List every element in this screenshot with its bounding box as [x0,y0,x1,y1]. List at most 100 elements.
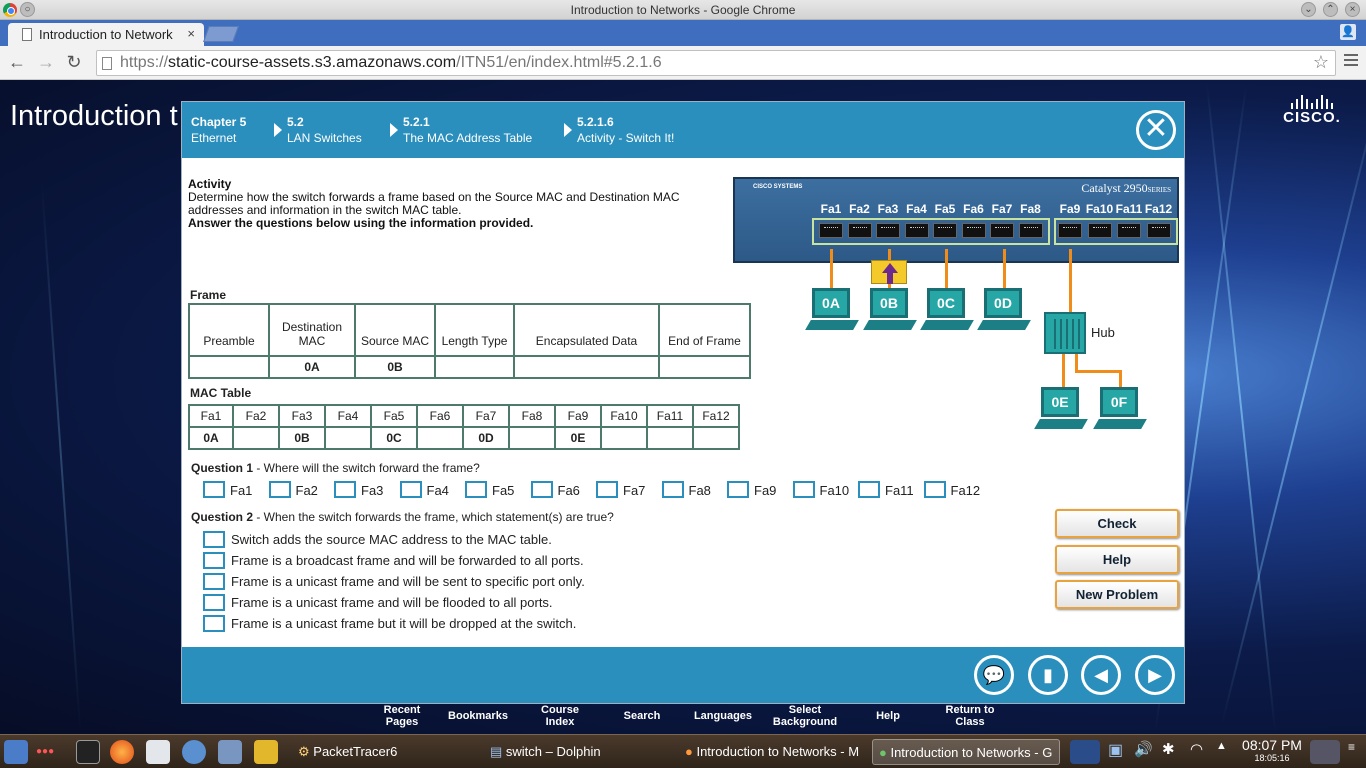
frame-value-cell: 0A [268,355,356,379]
mac-address-cell [692,426,740,450]
breadcrumb-topic[interactable]: 5.2.1 The MAC Address Table [403,114,532,146]
close-window-button[interactable]: × [1345,2,1360,17]
mac-address-cell [232,426,280,450]
address-bar[interactable]: https://static-course-assets.s3.amazonaw… [96,50,1336,76]
reload-icon[interactable]: ↻ [64,52,84,72]
mac-port-header: Fa7 [462,404,510,428]
switch-port [1018,223,1043,238]
host-0f: 0F [1093,387,1147,435]
taskbar-firefox[interactable]: ● Introduction to Networks - M [679,739,867,765]
background-fiber [1205,81,1277,733]
q1-checkbox-fa3[interactable] [334,481,356,498]
taskbar-packettracer[interactable]: ⚙ PacketTracer6 [292,739,474,765]
panel-toolbox-icon[interactable]: ≡ [1348,740,1362,764]
clipboard-icon[interactable]: ▣ [1108,740,1130,764]
browser-toolbar: ← → ↻ https://static-course-assets.s3.am… [0,46,1366,80]
q1-checkbox-fa6[interactable] [530,481,553,498]
bookmark-star-icon[interactable]: ☆ [1313,52,1329,73]
cisco-logo: CISCO. [1282,95,1342,126]
switch-port [961,223,986,238]
clock[interactable]: 08:07 PM 18:05:16 [1240,737,1304,763]
q1-checkbox-fa8[interactable] [661,481,684,498]
comment-icon[interactable]: 💬 [974,655,1014,695]
taskbar-dolphin[interactable]: ▤ switch – Dolphin [484,739,674,765]
menu-search[interactable]: Search [612,701,672,731]
taskbar-chrome[interactable]: ● Introduction to Networks - G [872,739,1060,765]
switch-port-label: Fa7 [991,202,1013,216]
activity-instruction: Answer the questions below using the inf… [188,216,534,230]
mac-port-header: Fa6 [416,404,464,428]
new-tab-button[interactable] [203,26,239,42]
new-problem-button[interactable]: New Problem [1055,580,1179,609]
mac-port-header: Fa1 [188,404,234,428]
forward-icon[interactable]: → [36,52,56,72]
browser-tab[interactable]: Introduction to Network × [8,23,204,46]
switch-port [1117,223,1141,238]
activities-icon[interactable]: ●●● [36,740,68,764]
mac-address-cell: 0C [370,426,418,450]
hub-label: Hub [1091,325,1115,340]
q2-checkbox[interactable] [203,531,225,548]
q1-checkbox-fa4[interactable] [399,481,422,498]
menu-select-background[interactable]: Select Background [770,701,840,731]
breadcrumb-chapter[interactable]: Chapter 5 Ethernet [191,114,246,146]
menu-bookmarks[interactable]: Bookmarks [448,701,508,731]
tab-close-icon[interactable]: × [187,26,195,41]
volume-icon[interactable]: 🔊 [1134,740,1156,764]
q1-option-label: Fa11 [885,483,914,498]
check-button[interactable]: Check [1055,509,1179,538]
q1-checkbox-fa10[interactable] [792,481,815,498]
menu-recent-pages[interactable]: Recent Pages [372,701,432,731]
url-text[interactable]: https://static-course-assets.s3.amazonaw… [120,54,662,72]
switch-port [1058,223,1082,238]
close-activity-button[interactable]: ✕ [1136,110,1176,150]
q1-checkbox-fa11[interactable] [858,481,880,498]
chrome-menu-icon[interactable] [1344,54,1358,70]
cisco-bars-icon [1282,95,1342,109]
menu-help[interactable]: Help [858,701,918,731]
q2-checkbox[interactable] [203,552,225,569]
file-manager-icon[interactable] [146,740,170,764]
q1-checkbox-fa9[interactable] [727,481,749,498]
mac-port-header: Fa8 [508,404,556,428]
q1-checkbox-fa5[interactable] [465,481,487,498]
system-monitor-icon[interactable] [1310,740,1340,764]
thunderbird-icon[interactable] [182,740,206,764]
mac-address-cell [646,426,694,450]
q1-option-label: Fa5 [492,483,515,498]
frame-value-cell [513,355,660,379]
help-button[interactable]: Help [1055,545,1179,574]
q1-checkbox-fa2[interactable] [268,481,291,498]
next-icon[interactable]: ▶ [1135,655,1175,695]
back-icon[interactable]: ← [7,52,27,72]
maximize-button[interactable]: ⌃ [1323,2,1338,17]
q2-checkbox[interactable] [203,573,225,590]
question-2-number: Question 2 [191,510,254,524]
page-info-icon[interactable] [102,57,112,70]
kde-launcher-icon[interactable] [4,740,28,764]
menu-course-index[interactable]: Course Index [530,701,590,731]
menu-languages[interactable]: Languages [690,701,756,731]
terminal-icon[interactable] [76,740,100,764]
q2-checkbox[interactable] [203,615,225,632]
menu-return-to-class[interactable]: Return to Class [940,701,1000,731]
page-icon [22,28,32,41]
wifi-icon[interactable]: ◠ [1190,740,1212,764]
switch-port-label: Fa6 [963,202,984,216]
network-tool-icon[interactable] [218,740,242,764]
q1-checkbox-fa1[interactable] [203,481,225,498]
firefox-icon[interactable] [110,740,134,764]
tray-expand-icon[interactable]: ▲ [1216,740,1232,764]
packettracer-launcher-icon[interactable] [254,740,278,764]
q1-checkbox-fa7[interactable] [596,481,618,498]
previous-icon[interactable]: ◀ [1081,655,1121,695]
minimize-button[interactable]: ⌄ [1301,2,1316,17]
desktop-pager-icon[interactable] [1070,740,1100,764]
switch-port-label: Fa8 [1020,202,1041,216]
profile-icon[interactable]: 👤 [1340,24,1356,40]
breadcrumb-section[interactable]: 5.2 LAN Switches [287,114,362,146]
q2-checkbox[interactable] [203,594,225,611]
q1-checkbox-fa12[interactable] [923,481,946,498]
bookmark-icon[interactable]: ▮ [1028,655,1068,695]
bluetooth-icon[interactable]: ✱ [1162,740,1184,764]
